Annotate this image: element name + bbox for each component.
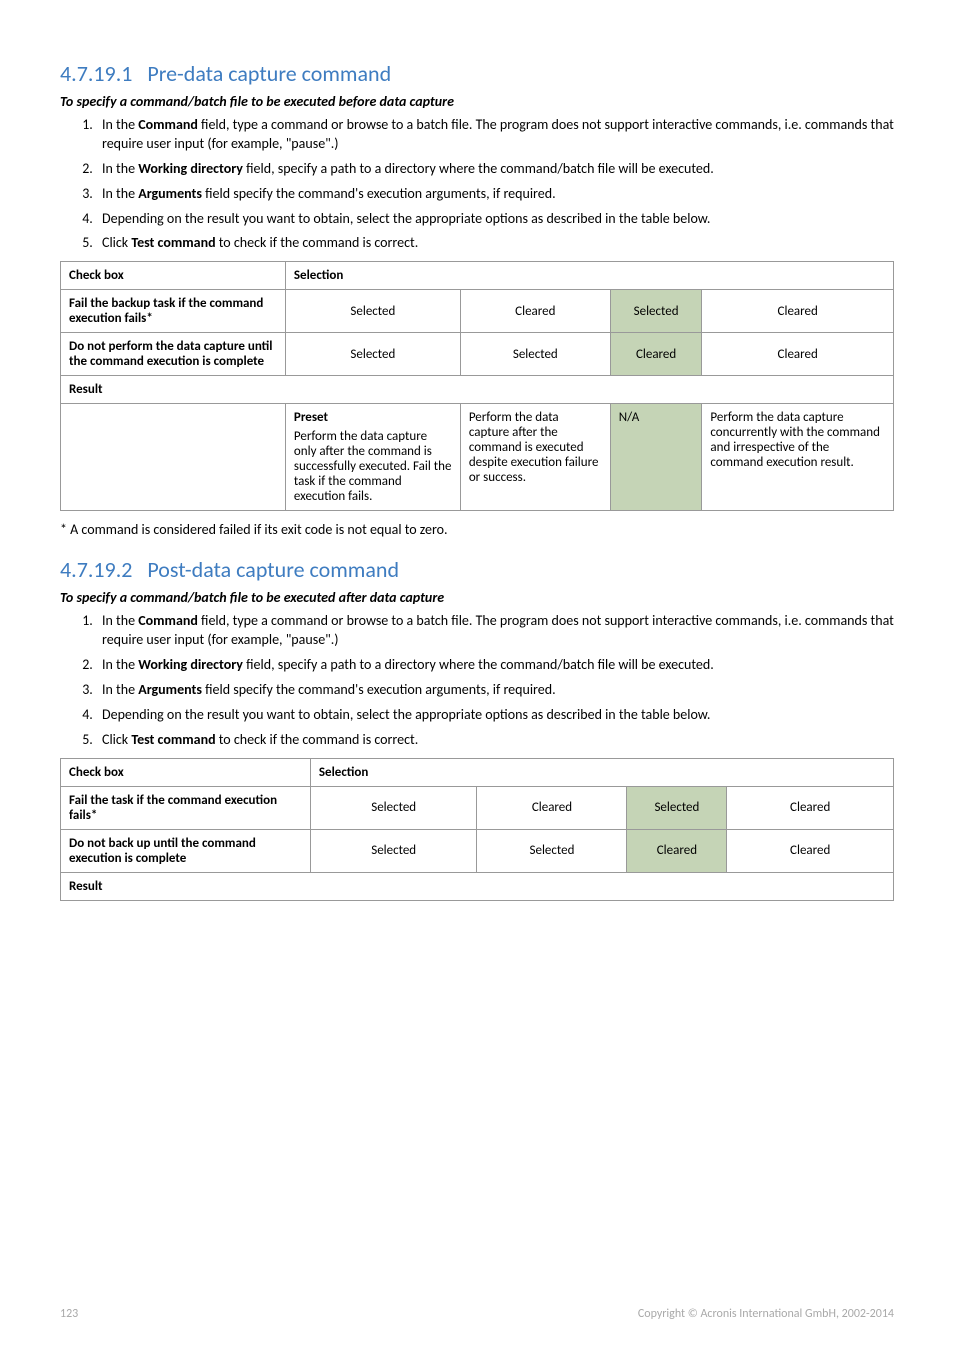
heading-pre-data: 4.7.19.1 Pre-data capture command — [60, 60, 894, 87]
steps-list-post: In the Command field, type a command or … — [60, 612, 894, 749]
row-label: Fail the task if the command execution f… — [61, 786, 311, 829]
cell: Perform the data capture concurrently wi… — [702, 404, 894, 511]
table-header-row: Check box Selection — [61, 262, 894, 290]
step-item: Click Test command to check if the comma… — [96, 234, 894, 253]
cell: Cleared — [702, 290, 894, 333]
cell: Cleared — [627, 829, 727, 872]
table-row: Fail the backup task if the command exec… — [61, 290, 894, 333]
document-page: 4.7.19.1 Pre-data capture command To spe… — [0, 0, 954, 1349]
table-post-data: Check box Selection Fail the task if the… — [60, 758, 894, 901]
section-number: 4.7.19.2 — [60, 556, 132, 583]
empty-cell — [61, 404, 286, 511]
steps-list-pre: In the Command field, type a command or … — [60, 116, 894, 253]
subheading-post: To specify a command/batch file to be ex… — [60, 589, 894, 606]
footnote-pre: * A command is considered failed if its … — [60, 521, 894, 538]
subheading-pre: To specify a command/batch file to be ex… — [60, 93, 894, 110]
cell: N/A — [610, 404, 702, 511]
page-number: 123 — [60, 1307, 78, 1321]
step-item: In the Working directory field, specify … — [96, 656, 894, 675]
cell: Cleared — [460, 290, 610, 333]
cell: Selected — [285, 333, 460, 376]
header-selection: Selection — [285, 262, 893, 290]
step-item: In the Working directory field, specify … — [96, 160, 894, 179]
copyright: Copyright © Acronis International GmbH, … — [638, 1307, 894, 1321]
cell: Cleared — [702, 333, 894, 376]
header-checkbox: Check box — [61, 262, 286, 290]
cell: Cleared — [610, 333, 702, 376]
cell: Selected — [477, 829, 627, 872]
cell: Selected — [610, 290, 702, 333]
cell: Selected — [310, 786, 477, 829]
table-header-row: Check box Selection — [61, 758, 894, 786]
heading-post-data: 4.7.19.2 Post-data capture command — [60, 556, 894, 583]
cell: Selected — [627, 786, 727, 829]
section-title: Pre-data capture command — [147, 60, 391, 87]
section-number: 4.7.19.1 — [60, 60, 132, 87]
header-checkbox: Check box — [61, 758, 311, 786]
cell: Selected — [285, 290, 460, 333]
table-row: Fail the task if the command execution f… — [61, 786, 894, 829]
result-label: Result — [61, 376, 894, 404]
preset-cell: Preset Perform the data capture only aft… — [285, 404, 460, 511]
page-footer: 123 Copyright © Acronis International Gm… — [60, 1307, 894, 1321]
row-label: Fail the backup task if the command exec… — [61, 290, 286, 333]
step-item: In the Command field, type a command or … — [96, 116, 894, 154]
cell: Cleared — [727, 786, 894, 829]
table-row: Preset Perform the data capture only aft… — [61, 404, 894, 511]
cell: Perform the data capture after the comma… — [460, 404, 610, 511]
result-label: Result — [61, 872, 894, 900]
row-label: Do not back up until the command executi… — [61, 829, 311, 872]
preset-label: Preset — [294, 410, 452, 425]
header-selection: Selection — [310, 758, 893, 786]
section-title: Post-data capture command — [147, 556, 399, 583]
row-label: Do not perform the data capture until th… — [61, 333, 286, 376]
step-item: In the Command field, type a command or … — [96, 612, 894, 650]
result-header-row: Result — [61, 872, 894, 900]
step-item: In the Arguments field specify the comma… — [96, 681, 894, 700]
step-item: Click Test command to check if the comma… — [96, 731, 894, 750]
cell: Cleared — [727, 829, 894, 872]
table-pre-data: Check box Selection Fail the backup task… — [60, 261, 894, 511]
step-item: Depending on the result you want to obta… — [96, 210, 894, 229]
step-item: Depending on the result you want to obta… — [96, 706, 894, 725]
table-row: Do not perform the data capture until th… — [61, 333, 894, 376]
cell: Selected — [310, 829, 477, 872]
result-header-row: Result — [61, 376, 894, 404]
cell: Cleared — [477, 786, 627, 829]
table-row: Do not back up until the command executi… — [61, 829, 894, 872]
cell: Selected — [460, 333, 610, 376]
step-item: In the Arguments field specify the comma… — [96, 185, 894, 204]
preset-body: Perform the data capture only after the … — [294, 429, 452, 504]
